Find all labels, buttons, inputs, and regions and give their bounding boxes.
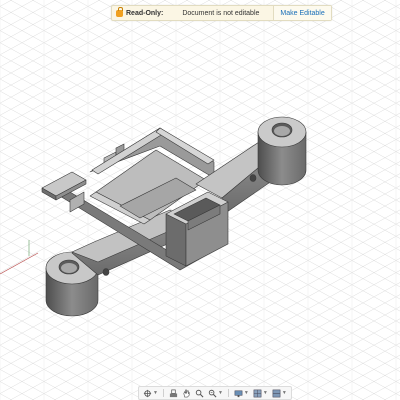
zoom-window-button[interactable]: ▼ bbox=[207, 388, 224, 398]
grid-line bbox=[361, 379, 400, 400]
grid-line bbox=[361, 0, 400, 21]
chevron-down-icon[interactable]: ▼ bbox=[282, 390, 287, 396]
grid-line bbox=[0, 0, 13, 7]
lower-screw-hole bbox=[102, 268, 110, 276]
zoom-window-icon bbox=[208, 389, 217, 397]
look-at-icon bbox=[169, 389, 178, 397]
display-settings-button[interactable]: ▼ bbox=[233, 388, 250, 398]
grid-line bbox=[0, 393, 13, 400]
grid-settings-icon bbox=[253, 389, 262, 397]
chevron-down-icon[interactable]: ▼ bbox=[244, 390, 249, 396]
grid-line bbox=[273, 0, 400, 70]
toolbar-divider bbox=[162, 389, 164, 397]
canvas-viewport[interactable] bbox=[0, 0, 400, 400]
upper-screw-hole bbox=[249, 174, 257, 182]
grid-line bbox=[0, 0, 4, 400]
readonly-title: Read-Only: bbox=[126, 9, 164, 17]
make-editable-button[interactable]: Make Editable bbox=[273, 6, 331, 20]
pan-button[interactable] bbox=[181, 388, 192, 398]
model-canvas[interactable] bbox=[0, 0, 400, 400]
readonly-banner: Read-Only: Document is not editable Make… bbox=[111, 5, 332, 21]
grid-line bbox=[185, 0, 400, 118]
orbit-button[interactable]: ▼ bbox=[142, 388, 159, 398]
grid-line bbox=[273, 330, 400, 400]
toolbar-divider bbox=[227, 389, 229, 397]
grid-line bbox=[317, 0, 400, 46]
orbit-icon bbox=[143, 389, 152, 397]
chevron-down-icon[interactable]: ▼ bbox=[153, 390, 158, 396]
lock-icon bbox=[116, 6, 123, 17]
viewports-button[interactable]: ▼ bbox=[271, 388, 288, 398]
chevron-down-icon[interactable]: ▼ bbox=[263, 390, 268, 396]
grid-line bbox=[317, 354, 400, 400]
look-at-button[interactable] bbox=[168, 388, 179, 398]
navigation-toolbar: ▼ ▼ ▼ ▼ ▼ bbox=[138, 386, 292, 400]
grid-settings-button[interactable]: ▼ bbox=[252, 388, 269, 398]
viewports-icon bbox=[272, 389, 281, 397]
readonly-message: Document is not editable bbox=[182, 9, 260, 17]
pan-hand-icon bbox=[183, 389, 190, 397]
readonly-label-group: Read-Only: bbox=[112, 6, 168, 20]
grid-line bbox=[0, 0, 4, 400]
display-settings-icon bbox=[234, 390, 243, 397]
zoom-icon bbox=[195, 389, 204, 397]
grid-line bbox=[185, 282, 400, 400]
chevron-down-icon[interactable]: ▼ bbox=[218, 390, 223, 396]
zoom-button[interactable] bbox=[194, 388, 205, 398]
